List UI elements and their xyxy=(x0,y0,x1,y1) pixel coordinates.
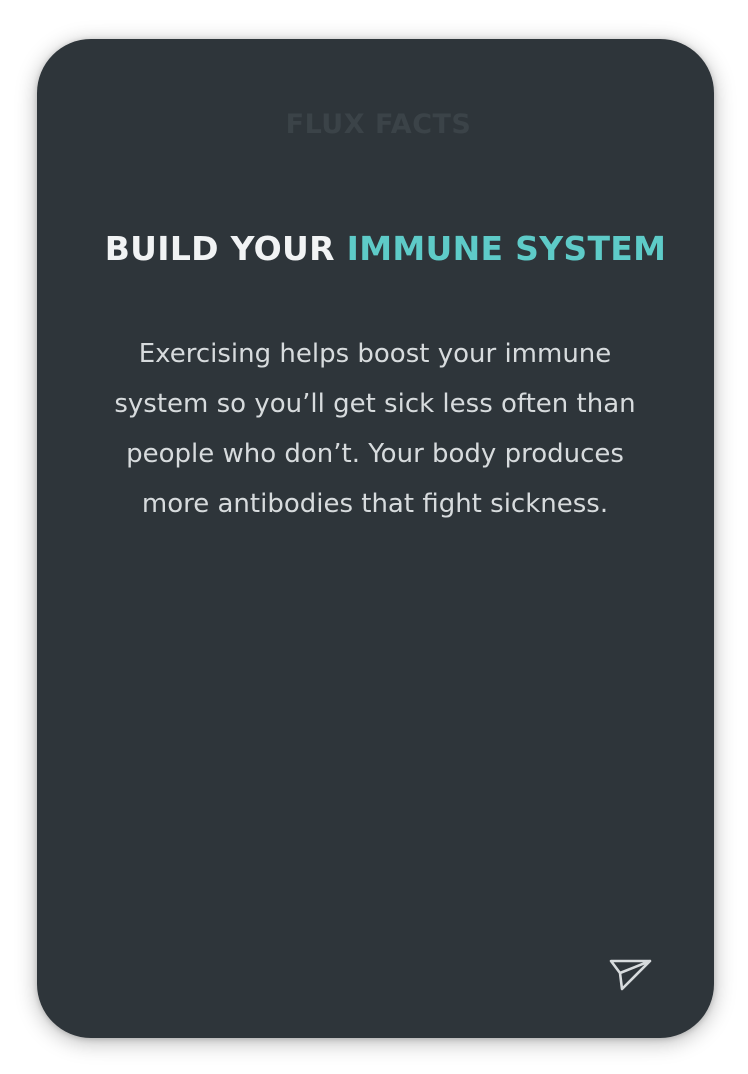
fact-headline: BUILD YOUR IMMUNE SYSTEM xyxy=(37,229,714,268)
brand-title: FLUX FACTS xyxy=(285,109,472,140)
share-button[interactable] xyxy=(605,953,655,997)
send-icon xyxy=(609,959,652,991)
fact-card: FLUX FACTS BUILD YOUR IMMUNE SYSTEM Exer… xyxy=(37,39,714,1038)
fact-body: Exercising helps boost your immune syste… xyxy=(114,339,636,519)
headline-prefix: BUILD YOUR xyxy=(104,229,335,268)
headline-highlight: IMMUNE SYSTEM xyxy=(346,229,667,268)
